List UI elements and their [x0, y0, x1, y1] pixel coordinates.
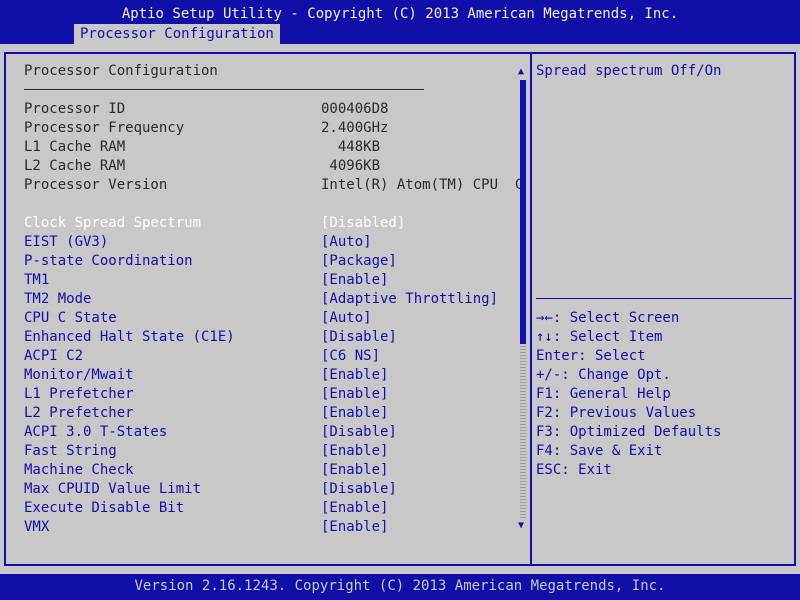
key-enter-select: Enter: Select [536, 348, 646, 364]
setting-acpi-t-states[interactable]: ACPI 3.0 T-States [24, 423, 167, 442]
setting-max-cpuid-limit[interactable]: Max CPUID Value Limit [24, 480, 201, 499]
key-save-exit: F4: Save & Exit [536, 443, 663, 459]
key-general-help: F1: General Help [536, 386, 671, 402]
info-label-processor-id: Processor ID [24, 101, 126, 117]
footer-bar: Version 2.16.1243. Copyright (C) 2013 Am… [0, 574, 800, 600]
footer-version: Version 2.16.1243. Copyright (C) 2013 Am… [134, 578, 666, 594]
value-vmx[interactable]: [Enable] [321, 518, 388, 537]
setting-l1-prefetcher[interactable]: L1 Prefetcher [24, 385, 134, 404]
setting-acpi-c2[interactable]: ACPI C2 [24, 347, 83, 366]
setting-enhanced-halt-state[interactable]: Enhanced Halt State (C1E) [24, 328, 235, 347]
scrollbar[interactable]: ▲ ▼ [518, 66, 528, 532]
value-acpi-c2[interactable]: [C6 NS] [321, 347, 380, 366]
title-bar: Aptio Setup Utility - Copyright (C) 2013… [0, 0, 800, 44]
info-value-processor-version: Intel(R) Atom(TM) CPU C [321, 177, 524, 193]
value-tm2-mode[interactable]: [Adaptive Throttling] [321, 290, 498, 309]
scroll-down-arrow-icon[interactable]: ▼ [518, 520, 524, 532]
setting-eist[interactable]: EIST (GV3) [24, 233, 108, 252]
setting-cpu-c-state[interactable]: CPU C State [24, 309, 117, 328]
value-tm1[interactable]: [Enable] [321, 271, 388, 290]
setting-monitor-mwait[interactable]: Monitor/Mwait [24, 366, 134, 385]
value-l2-prefetcher[interactable]: [Enable] [321, 404, 388, 423]
value-execute-disable-bit[interactable]: [Enable] [321, 499, 388, 518]
tab-processor-configuration[interactable]: Processor Configuration [74, 24, 280, 44]
pane-divider [530, 52, 532, 566]
help-description: Spread spectrum Off/On [536, 63, 722, 79]
help-divider [536, 298, 792, 299]
scroll-thumb[interactable] [520, 80, 526, 344]
value-p-state-coordination[interactable]: [Package] [321, 252, 397, 271]
setting-fast-string[interactable]: Fast String [24, 442, 117, 461]
setting-execute-disable-bit[interactable]: Execute Disable Bit [24, 499, 184, 518]
value-eist[interactable]: [Auto] [321, 233, 372, 252]
setting-machine-check[interactable]: Machine Check [24, 461, 134, 480]
setting-clock-spread-spectrum[interactable]: Clock Spread Spectrum [24, 214, 201, 233]
value-machine-check[interactable]: [Enable] [321, 461, 388, 480]
setting-tm1[interactable]: TM1 [24, 271, 49, 290]
info-value-l2-cache: 4096KB [321, 158, 381, 174]
value-monitor-mwait[interactable]: [Enable] [321, 366, 388, 385]
info-label-processor-frequency: Processor Frequency [24, 120, 185, 136]
key-select-screen: →←: Select Screen [536, 310, 680, 326]
info-value-l1-cache: 448KB [321, 139, 381, 155]
value-clock-spread-spectrum[interactable]: [Disabled] [321, 214, 405, 233]
key-esc-exit: ESC: Exit [536, 462, 612, 478]
value-enhanced-halt-state[interactable]: [Disable] [321, 328, 397, 347]
setting-p-state-coordination[interactable]: P-state Coordination [24, 252, 193, 271]
key-previous-values: F2: Previous Values [536, 405, 697, 421]
scroll-up-arrow-icon[interactable]: ▲ [518, 66, 524, 78]
window-title: Aptio Setup Utility - Copyright (C) 2013… [121, 6, 679, 22]
section-divider [24, 89, 424, 90]
value-cpu-c-state[interactable]: [Auto] [321, 309, 372, 328]
info-value-processor-frequency: 2.400GHz [321, 120, 389, 136]
info-label-l1-cache: L1 Cache RAM [24, 139, 126, 155]
key-select-item: ↑↓: Select Item [536, 329, 663, 345]
section-title: Processor Configuration [24, 63, 218, 79]
value-fast-string[interactable]: [Enable] [321, 442, 388, 461]
setting-tm2-mode[interactable]: TM2 Mode [24, 290, 91, 309]
info-value-processor-id: 000406D8 [321, 101, 389, 117]
info-label-l2-cache: L2 Cache RAM [24, 158, 126, 174]
key-legend: →←: Select Screen ↑↓: Select Item Enter:… [536, 309, 721, 480]
info-label-processor-version: Processor Version [24, 177, 168, 193]
value-max-cpuid-limit[interactable]: [Disable] [321, 480, 397, 499]
key-optimized-defaults: F3: Optimized Defaults [536, 424, 722, 440]
value-acpi-t-states[interactable]: [Disable] [321, 423, 397, 442]
value-l1-prefetcher[interactable]: [Enable] [321, 385, 388, 404]
setting-l2-prefetcher[interactable]: L2 Prefetcher [24, 404, 134, 423]
setting-vmx[interactable]: VMX [24, 518, 49, 537]
key-change-opt: +/-: Change Opt. [536, 367, 671, 383]
